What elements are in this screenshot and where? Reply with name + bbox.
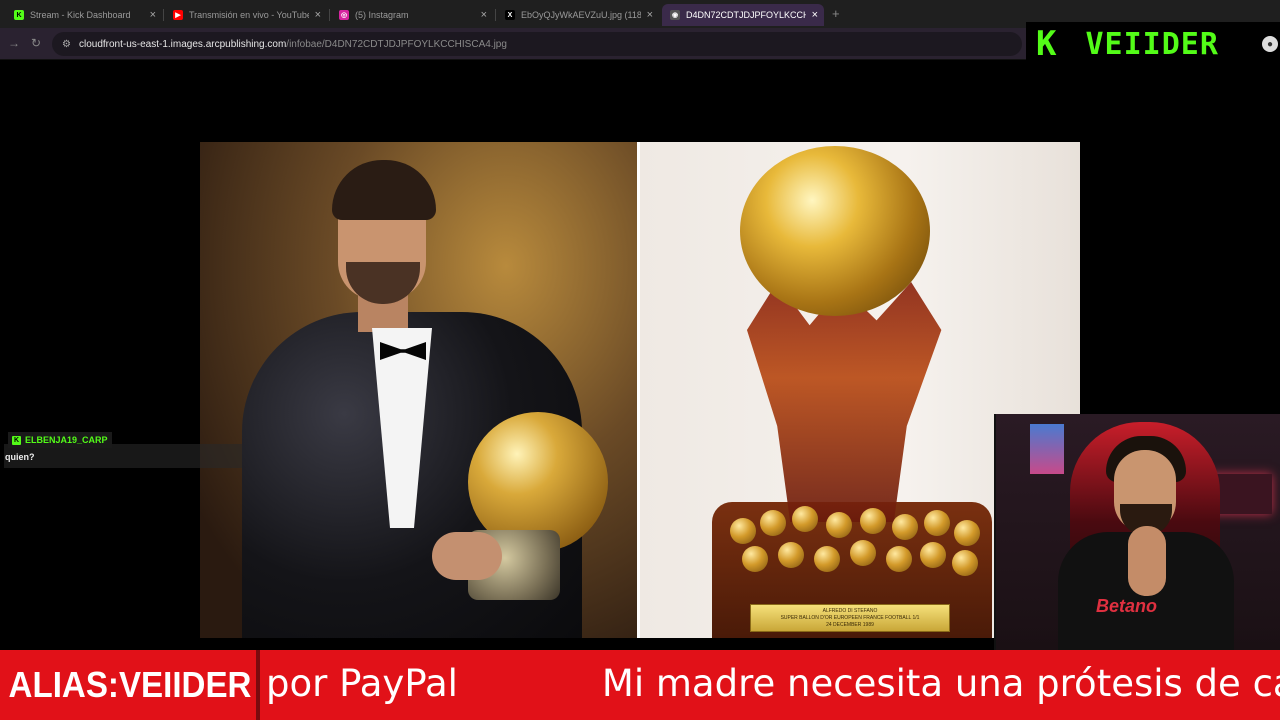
tab-label: Transmisión en vivo - YouTube [189,10,309,20]
tab-label: EbOyQJyWkAEVZuU.jpg (1187 [521,10,641,20]
tab-separator [495,9,496,21]
ticker-divider [256,650,260,720]
instagram-icon: ◎ [339,10,349,20]
reload-icon[interactable]: ↻ [31,36,41,50]
viewed-image: ALFREDO DI STEFANO SUPER BALLON D'OR EUR… [200,142,1080,638]
golden-ball [740,146,930,316]
trophy-body [746,282,942,522]
forward-icon[interactable]: → [8,36,20,50]
close-icon[interactable]: × [647,9,653,21]
tab-kick-dashboard[interactable]: K Stream - Kick Dashboard × [6,4,162,26]
profile-icon[interactable]: ● [1262,36,1278,52]
plaque-line: ALFREDO DI STEFANO [822,607,878,614]
tab-instagram[interactable]: ◎ (5) Instagram × [331,4,493,26]
chat-message: quien? K ELBENJA19_CARP [4,432,242,468]
url-host: cloudfront-us-east-1.images.arcpublishin… [78,38,287,50]
tab-youtube[interactable]: ▶ Transmisión en vivo - YouTube × [165,4,327,26]
ticker-text-1: por PayPal [266,662,458,705]
chat-username-text: ELBENJA19_CARP [25,435,108,445]
new-tab-button[interactable]: + [832,6,840,21]
webcam-feed: Betano [994,414,1280,650]
tab-label: (5) Instagram [355,10,409,20]
ticker-text-2: Mi madre necesita una prótesis de cad [601,662,1280,705]
hand [432,532,502,580]
tab-label: D4DN72CDTJDJPFOYLKCCHISC [686,10,806,20]
url-field[interactable]: ⚙ cloudfront-us-east-1.images.arcpublish… [52,32,1022,56]
trophy-plaque: ALFREDO DI STEFANO SUPER BALLON D'OR EUR… [750,604,950,632]
messi-ballon-dor-photo [200,142,637,638]
streamer-name: VEIIDER [1085,26,1219,62]
alias-text: ALIAS:VEIIDER [8,664,252,705]
close-icon[interactable]: × [150,9,156,21]
tab-x-image[interactable]: X EbOyQJyWkAEVZuU.jpg (1187 × [497,4,659,26]
chat-username: K ELBENJA19_CARP [8,432,112,448]
streamer-hands [1128,526,1166,596]
tab-separator [329,9,330,21]
alias-box: ALIAS:VEIIDER [4,650,256,720]
kick-badge-icon: K [12,435,21,445]
mini-golden-balls [720,506,990,586]
close-icon[interactable]: × [315,9,321,21]
kick-logo: K [1036,24,1057,64]
image-icon: ◉ [670,10,680,20]
kick-icon: K [14,10,24,20]
jersey-sponsor: Betano [1096,596,1158,616]
donation-ticker: ALIAS:VEIIDER por PayPal Mi madre necesit… [0,650,1280,720]
x-icon: X [505,10,515,20]
hair [332,160,436,220]
plaque-line: 24 DECEMBER 1989 [826,621,874,628]
url-path: /infobae/D4DN72CDTJDJPFOYLKCCHISCA4.jpg [286,38,507,50]
site-info-icon[interactable]: ⚙ [62,39,71,50]
youtube-icon: ▶ [173,10,183,20]
tab-active-image[interactable]: ◉ D4DN72CDTJDJPFOYLKCCHISC × [662,4,824,26]
tab-label: Stream - Kick Dashboard [30,10,131,20]
close-icon[interactable]: × [812,9,818,21]
plaque-line: SUPER BALLON D'OR EUROPEEN FRANCE FOOTBA… [780,614,920,621]
tab-separator [163,9,164,21]
ticker-scroll-text: por PayPal Mi madre necesita una prótesis… [266,662,1280,705]
stream-logo: K VEIIDER ● [1026,22,1280,66]
close-icon[interactable]: × [481,9,487,21]
wall-poster [1030,424,1064,474]
